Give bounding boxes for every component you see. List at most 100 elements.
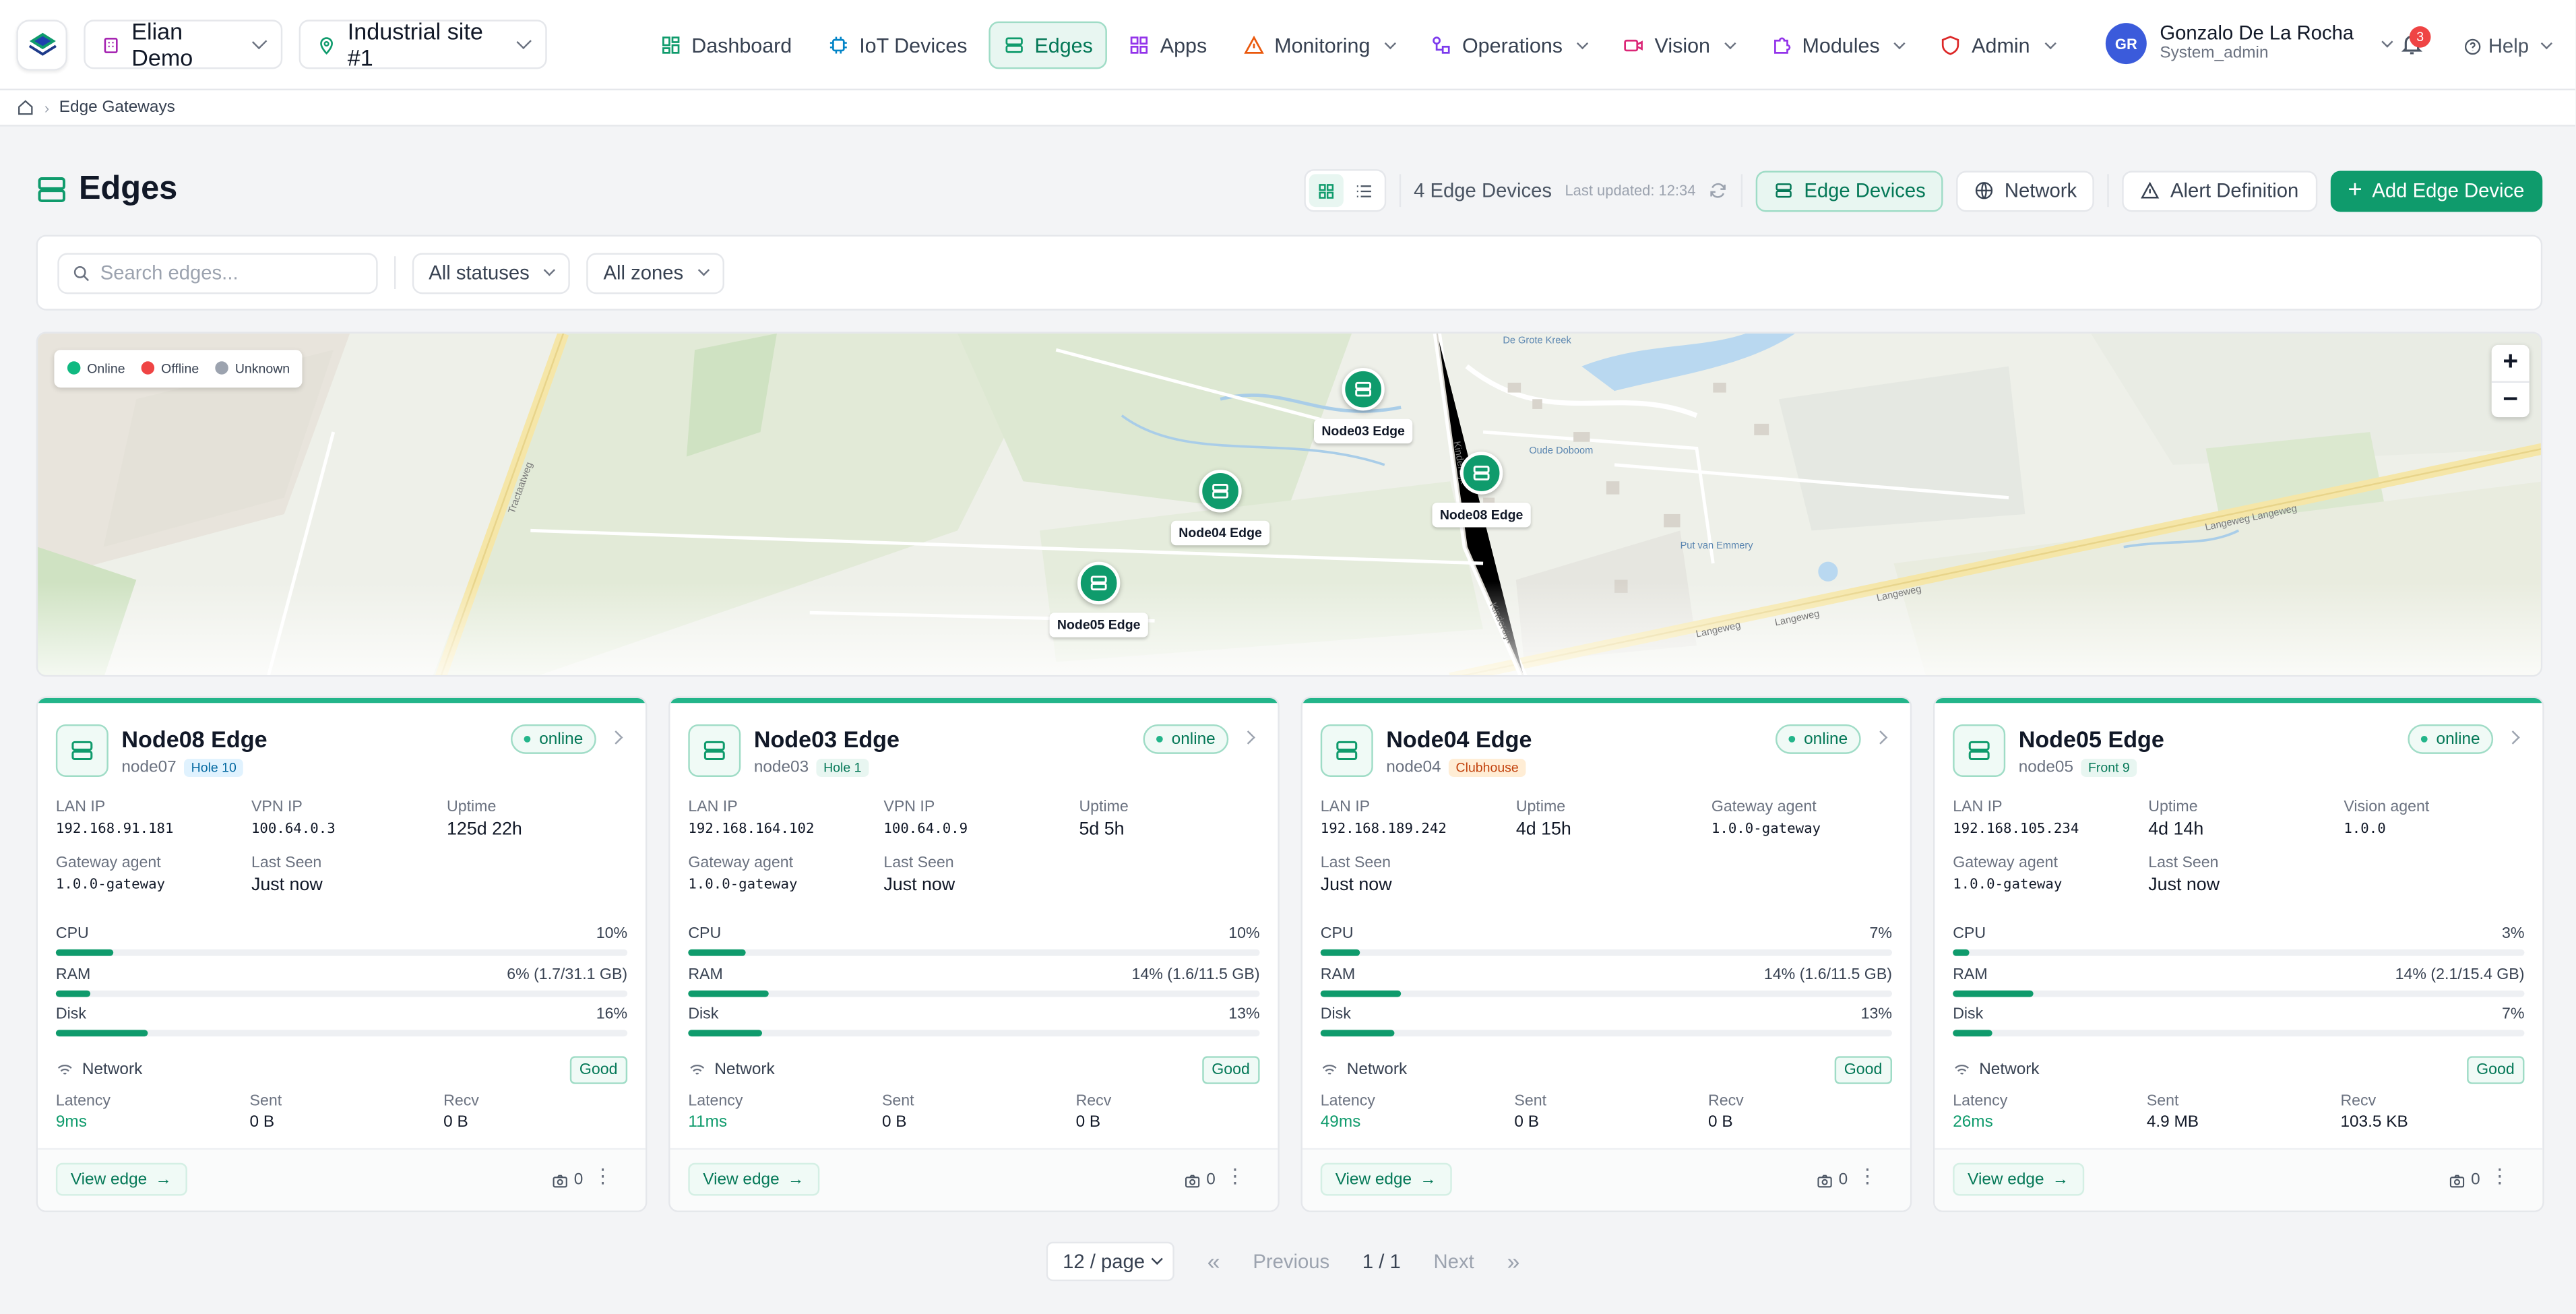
home-icon[interactable]	[16, 98, 34, 117]
search-input[interactable]	[100, 261, 363, 284]
edge-card[interactable]: Node03 Edge node03 Hole 1 online LAN IP 19…	[668, 696, 1280, 1212]
marker-label: Node08 Edge	[1431, 502, 1532, 528]
chevron-right-icon[interactable]	[608, 730, 623, 745]
meter-value: 3%	[2501, 925, 2525, 943]
meter-label: Disk	[55, 1005, 86, 1024]
view-edge-button[interactable]: View edge →	[55, 1162, 187, 1196]
breadcrumb-separator: ›	[44, 99, 50, 116]
more-options-icon[interactable]: ⋮	[1225, 1166, 1245, 1186]
video-icon	[1625, 39, 1643, 52]
map-marker[interactable]: Node03 Edge	[1298, 368, 1429, 444]
add-edge-device-button[interactable]: + Add Edge Device	[2329, 170, 2543, 212]
grid-view-button[interactable]	[1309, 174, 1344, 208]
more-options-icon[interactable]: ⋮	[1858, 1166, 1877, 1186]
server-icon	[703, 741, 725, 761]
edge-card[interactable]: Node08 Edge node07 Hole 10 online LAN IP 1…	[36, 696, 648, 1212]
kv-label: LAN IP	[688, 798, 738, 817]
status-text: online	[1171, 730, 1216, 749]
chevron-down-icon	[1724, 36, 1737, 49]
network-button[interactable]: Network	[1957, 170, 2095, 212]
building-icon	[104, 36, 118, 53]
view-edge-button[interactable]: View edge →	[688, 1162, 819, 1196]
meter-track	[688, 1030, 1260, 1037]
map-marker[interactable]: Node05 Edge	[1033, 561, 1164, 637]
nav-dashboard[interactable]: Dashboard	[646, 22, 807, 69]
site-selector[interactable]: Industrial site #1	[299, 18, 547, 71]
view-toggle	[1303, 169, 1386, 212]
edge-name: Node03 Edge	[753, 726, 900, 753]
meter-track	[1320, 949, 1892, 956]
map-marker[interactable]: Node08 Edge	[1416, 451, 1547, 528]
page-size-select[interactable]: 12 / page	[1046, 1241, 1174, 1282]
divider	[1741, 174, 1744, 208]
zoom-in-button[interactable]: +	[2492, 345, 2530, 381]
status-text: online	[1804, 730, 1848, 749]
chevron-right-icon[interactable]	[1241, 730, 1255, 745]
nav-monitoring[interactable]: Monitoring	[1228, 22, 1410, 69]
nav-vision[interactable]: Vision	[1608, 22, 1749, 69]
edge-card-grid: Node08 Edge node07 Hole 10 online LAN IP 1…	[36, 696, 2544, 1212]
server-icon	[1212, 483, 1228, 499]
next-button[interactable]: Next	[1434, 1250, 1474, 1273]
view-edge-button[interactable]: View edge →	[1953, 1162, 2084, 1196]
zone-filter[interactable]: All zones	[587, 252, 725, 294]
nav-admin[interactable]: Admin	[1926, 22, 2069, 69]
edge-card[interactable]: Node05 Edge node05 Front 9 online LAN IP 1…	[1933, 696, 2544, 1212]
list-view-button[interactable]	[1346, 174, 1381, 207]
more-options-icon[interactable]: ⋮	[593, 1166, 612, 1186]
meter-value: 7%	[1869, 925, 1892, 943]
pagination: 12 / page « Previous 1 / 1 Next »	[1046, 1241, 1519, 1282]
kv-label: Gateway agent	[688, 854, 794, 873]
map-marker[interactable]: Node04 Edge	[1155, 470, 1286, 546]
nav-apps[interactable]: Apps	[1114, 22, 1222, 69]
camera-icon	[2450, 1174, 2465, 1187]
meter-fill	[55, 1030, 148, 1037]
arrow-right-icon: →	[2052, 1170, 2069, 1189]
meter-value: 6% (1.7/31.1 GB)	[507, 966, 628, 984]
edge-devices-button[interactable]: Edge Devices	[1756, 170, 1944, 212]
kv-label: Latency	[1320, 1092, 1375, 1110]
nav-modules[interactable]: Modules	[1756, 22, 1919, 69]
help-menu[interactable]: Help	[2463, 34, 2552, 57]
nav-operations[interactable]: Operations	[1416, 22, 1602, 69]
meter-fill	[1320, 1030, 1395, 1037]
status-badge: online	[2408, 724, 2494, 754]
chevron-right-icon[interactable]	[2506, 730, 2520, 745]
kv-label: Sent	[2146, 1092, 2179, 1110]
edge-map[interactable]: Tractaatweg Langeweg Langeweg Langeweg L…	[36, 332, 2543, 677]
nav-label: Edges	[1034, 33, 1093, 57]
org-selector[interactable]: Elian Demo	[84, 18, 283, 71]
disk-meter: Disk 7%	[1953, 1005, 2525, 1045]
zoom-out-button[interactable]: −	[2491, 381, 2530, 418]
meter-label: RAM	[1320, 966, 1356, 984]
marker-pin	[1077, 561, 1121, 604]
edge-card[interactable]: Node04 Edge node04 Clubhouse online LAN I…	[1300, 696, 1912, 1212]
status-filter[interactable]: All statuses	[412, 252, 571, 294]
alert-definition-button[interactable]: Alert Definition	[2123, 170, 2317, 212]
card-icon	[1953, 724, 2006, 777]
previous-button[interactable]: Previous	[1253, 1250, 1329, 1273]
server-icon	[1336, 741, 1358, 761]
more-options-icon[interactable]: ⋮	[2490, 1166, 2509, 1186]
user-menu[interactable]: GR Gonzalo De La Rocha System_admin	[2105, 22, 2393, 65]
kv-label: Sent	[881, 1092, 914, 1110]
last-page-icon[interactable]: »	[1507, 1249, 1519, 1275]
kv-label: Last Seen	[1320, 854, 1391, 873]
edge-name: Node05 Edge	[2018, 726, 2164, 753]
card-accent	[1935, 697, 2543, 703]
map-legend: Online Offline Unknown	[54, 350, 303, 388]
zone-tag: Clubhouse	[1449, 759, 1526, 777]
lan-ip: LAN IP 192.168.105.234	[1953, 799, 2079, 841]
meter-fill	[1953, 1030, 1993, 1037]
card-accent	[1302, 697, 1910, 703]
meter-label: Disk	[1953, 1005, 1984, 1024]
card-icon	[1320, 724, 1373, 777]
nav-edges[interactable]: Edges	[988, 21, 1108, 69]
app-logo[interactable]	[16, 19, 67, 70]
refresh-icon[interactable]	[1709, 181, 1728, 200]
chevron-right-icon[interactable]	[1873, 730, 1888, 745]
nav-iot-devices[interactable]: IoT Devices	[813, 22, 982, 69]
first-page-icon[interactable]: «	[1207, 1249, 1220, 1275]
network-quality-badge: Good	[1834, 1056, 1892, 1084]
view-edge-button[interactable]: View edge →	[1320, 1162, 1451, 1196]
